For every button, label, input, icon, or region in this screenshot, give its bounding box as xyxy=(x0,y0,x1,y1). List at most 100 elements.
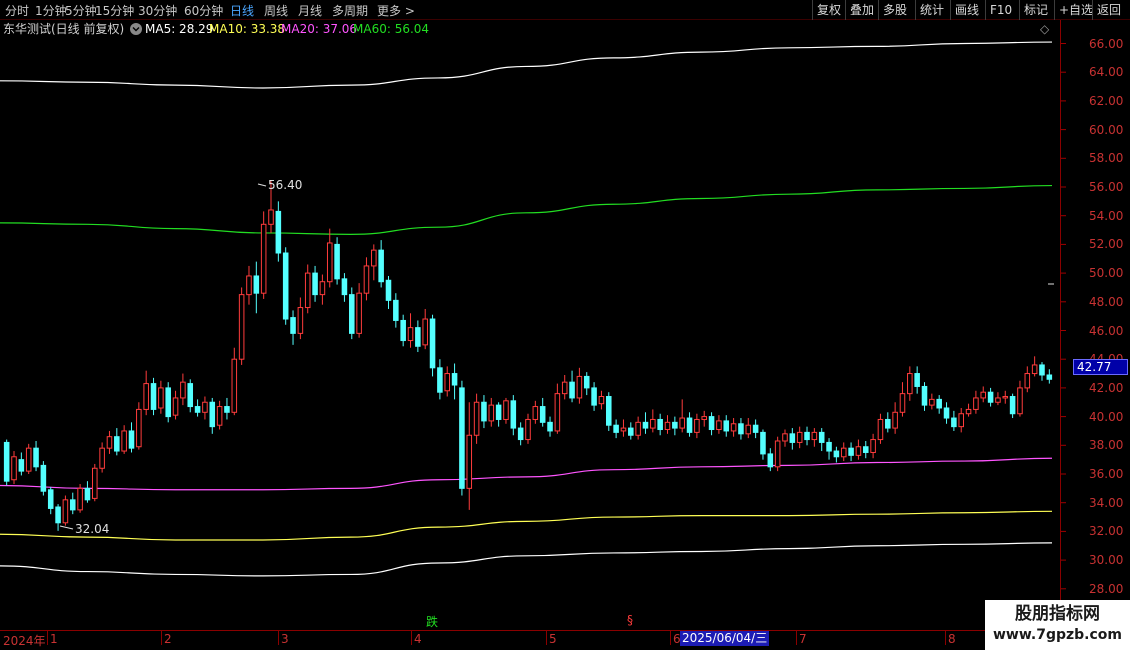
statistics-button[interactable]: 统计 xyxy=(915,0,948,20)
candle-up xyxy=(716,420,722,431)
candle-up xyxy=(907,373,913,395)
candle-down xyxy=(69,499,76,511)
candle-up xyxy=(1024,373,1031,389)
candle-down xyxy=(591,387,597,406)
back-button[interactable]: 返回 xyxy=(1092,0,1125,20)
period-tab-1min[interactable]: 1分钟 xyxy=(35,2,67,19)
period-tab-more[interactable]: 更多 > xyxy=(377,2,415,19)
candle-up xyxy=(216,406,223,426)
diamond-icon[interactable]: ◇ xyxy=(1040,20,1049,38)
site-watermark: 股朋指标网 www.7gpzb.com xyxy=(985,600,1130,650)
period-tab-5min[interactable]: 5分钟 xyxy=(65,2,97,19)
candle-up xyxy=(260,223,267,294)
rights-adjust-button[interactable]: 复权 xyxy=(812,0,845,20)
period-tab-30min[interactable]: 30分钟 xyxy=(138,2,177,19)
candle-down xyxy=(686,417,693,433)
month-label: 1 xyxy=(50,632,58,646)
candle-down xyxy=(569,381,575,399)
candle-up xyxy=(121,430,127,452)
candle-down xyxy=(642,421,649,429)
month-divider xyxy=(670,631,671,645)
ma60-readout: MA60: 56.04 xyxy=(353,22,430,36)
candle-down xyxy=(914,373,920,387)
candle-up xyxy=(246,275,252,296)
candle-up xyxy=(598,396,605,405)
candle-down xyxy=(341,278,348,296)
chevron-circle-icon[interactable] xyxy=(130,23,142,35)
candle-down xyxy=(539,406,546,423)
candle-up xyxy=(473,401,480,436)
candle-down xyxy=(605,396,612,426)
candle-down xyxy=(429,318,436,369)
draw-line-button[interactable]: 画线 xyxy=(950,0,983,20)
price-tick-label: 40.00 xyxy=(1089,409,1124,424)
price-tick-label: 54.00 xyxy=(1089,208,1124,223)
candle-down xyxy=(165,387,171,418)
price-tick-label: 32.00 xyxy=(1089,524,1124,539)
candle-down xyxy=(415,327,421,347)
candle-down xyxy=(767,453,774,468)
candle-down xyxy=(114,436,120,452)
add-watchlist-button[interactable]: +自选 xyxy=(1054,0,1097,20)
watermark-title: 股朋指标网 xyxy=(1015,604,1100,624)
ma10-readout: MA10: 33.38 xyxy=(209,22,286,36)
period-tab-monthly[interactable]: 月线 xyxy=(298,2,322,19)
kline-chart[interactable] xyxy=(0,0,1130,650)
candle-down xyxy=(833,450,840,458)
candle-up xyxy=(811,431,818,441)
more-label: 更多 xyxy=(377,4,402,18)
candle-up xyxy=(238,294,245,360)
candle-up xyxy=(701,416,708,420)
current-price-label: 42.77 xyxy=(1073,359,1128,375)
multi-stock-button[interactable]: 多股 xyxy=(878,0,911,20)
price-tick-label: 56.00 xyxy=(1089,180,1124,194)
high-pointer-line xyxy=(257,183,267,187)
period-tab-daily[interactable]: 日线 xyxy=(230,2,254,19)
period-tab-weekly[interactable]: 周线 xyxy=(264,2,288,19)
overlay-button[interactable]: 叠加 xyxy=(845,0,878,20)
candle-down xyxy=(987,391,994,403)
candle-up xyxy=(855,446,862,456)
month-divider xyxy=(945,631,946,645)
price-tick-label: 34.00 xyxy=(1089,495,1124,510)
f10-button[interactable]: F10 xyxy=(985,0,1016,20)
candle-down xyxy=(1039,364,1045,376)
candle-down xyxy=(187,383,194,408)
year-label: 2024年 xyxy=(3,634,46,648)
month-label: 8 xyxy=(948,632,956,646)
candle-up xyxy=(554,393,561,432)
period-tab-60min[interactable]: 60分钟 xyxy=(184,2,223,19)
period-tab-15min[interactable]: 15分钟 xyxy=(95,2,134,19)
candle-up xyxy=(62,499,69,524)
price-tick-label: 62.00 xyxy=(1089,93,1124,108)
candle-down xyxy=(943,407,950,419)
candle-up xyxy=(466,434,473,489)
month-divider xyxy=(278,631,279,645)
candle-up xyxy=(877,418,884,441)
ma5-readout: MA5: 28.29 xyxy=(145,22,214,36)
period-tab-intraday[interactable]: 分时 xyxy=(5,2,29,19)
candle-up xyxy=(782,433,788,442)
candle-up xyxy=(899,393,906,413)
candle-up xyxy=(576,375,583,399)
candle-down xyxy=(752,424,759,433)
mark-button[interactable]: 标记 xyxy=(1019,0,1052,20)
candle-down xyxy=(3,441,10,482)
candle-down xyxy=(495,404,502,420)
price-tick-label: 42.00 xyxy=(1089,380,1124,395)
candle-up xyxy=(620,427,627,432)
price-tick-label: 48.00 xyxy=(1089,294,1124,309)
candle-down xyxy=(150,383,157,410)
candle-up xyxy=(1002,396,1009,399)
signal-s-label: § xyxy=(627,613,633,627)
candle-down xyxy=(481,401,487,422)
candle-up xyxy=(650,418,656,429)
candle-down xyxy=(194,406,201,413)
period-tab-multi[interactable]: 多周期 xyxy=(332,2,368,19)
candle-up xyxy=(532,406,539,420)
price-tick-label: 46.00 xyxy=(1089,323,1124,338)
candle-up xyxy=(304,272,311,309)
candle-up xyxy=(92,467,98,499)
candle-down xyxy=(253,275,260,294)
candle-up xyxy=(326,242,333,283)
